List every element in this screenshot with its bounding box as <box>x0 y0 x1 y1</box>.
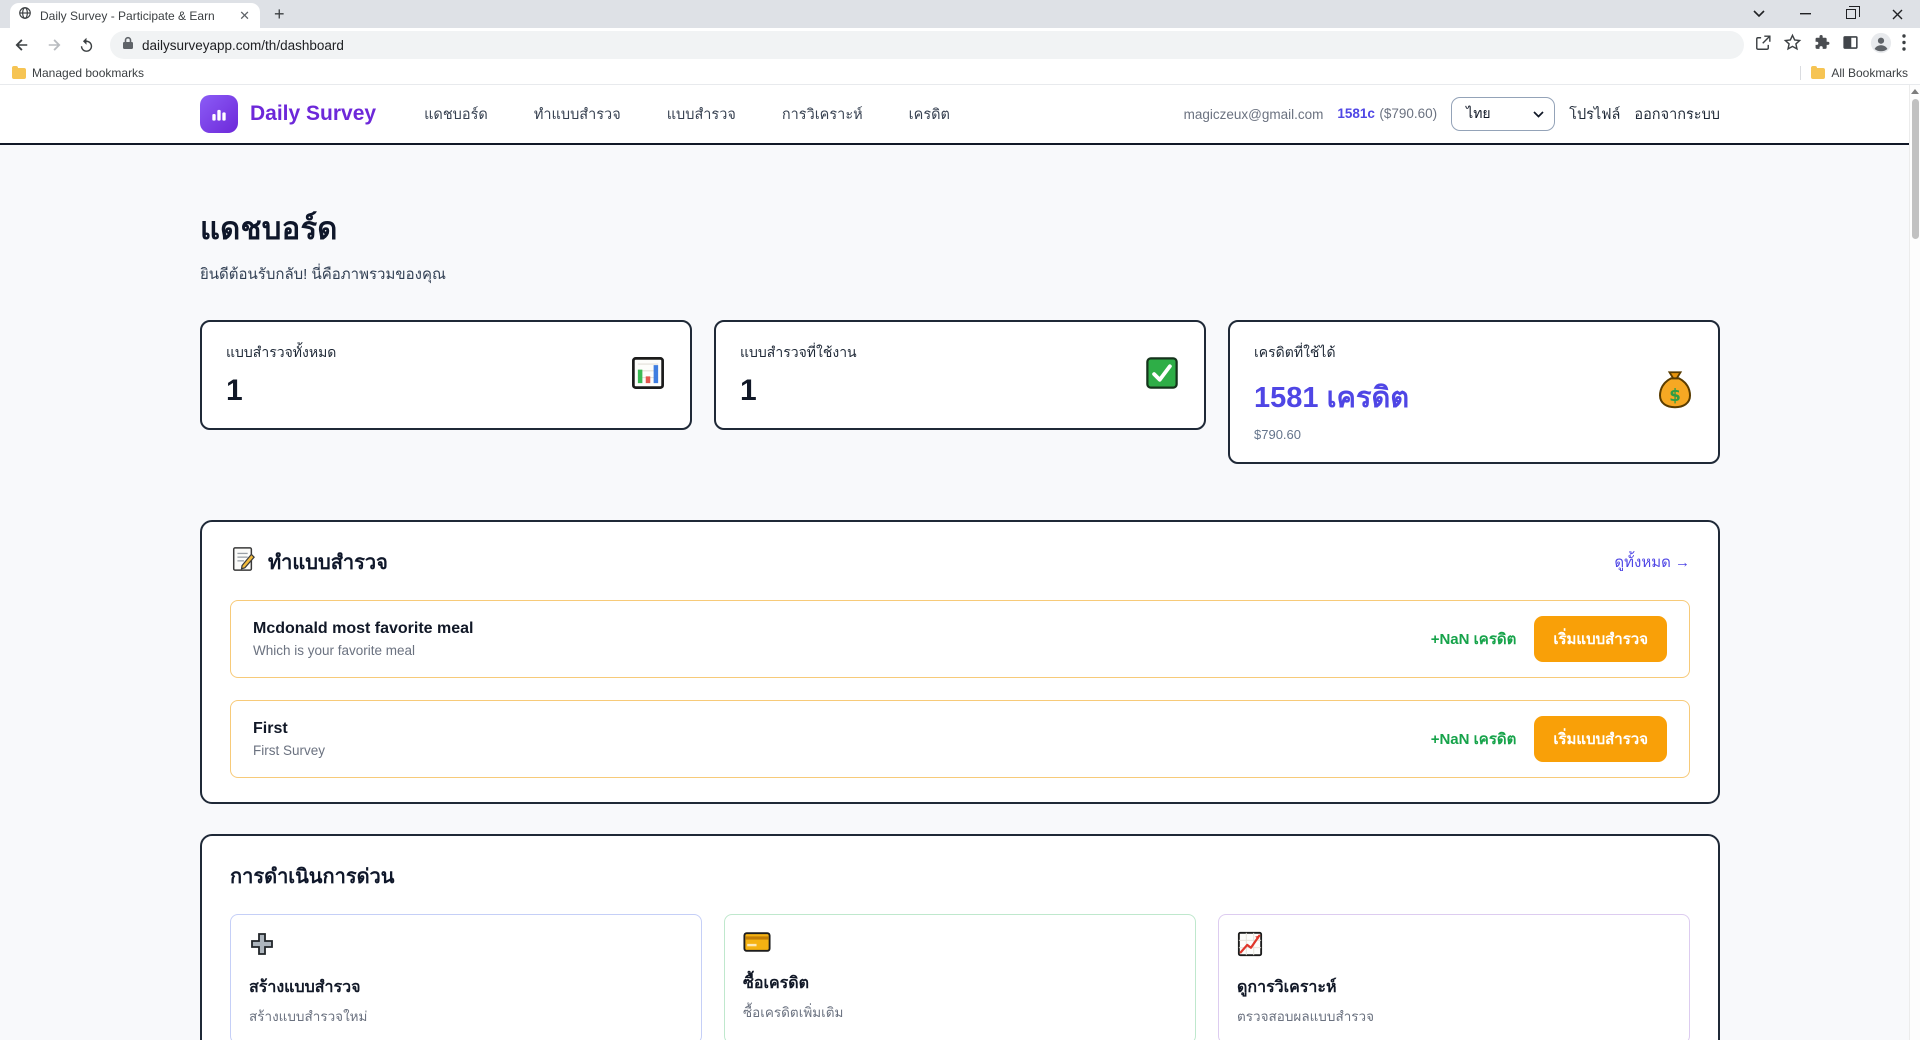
survey-subtitle: First Survey <box>253 743 326 758</box>
url-bar[interactable]: dailysurveyapp.com/th/dashboard <box>110 31 1744 59</box>
folder-icon <box>1811 65 1826 79</box>
survey-row: First First Survey +NaN เครดิต เริ่มแบบส… <box>230 700 1690 778</box>
survey-title: First <box>253 720 288 737</box>
surveys-panel-title: ทำแบบสำรวจ <box>268 552 388 574</box>
quick-action-title: สร้างแบบสำรวจ <box>249 979 361 996</box>
credit-card-icon <box>743 932 771 957</box>
lock-icon <box>122 36 134 55</box>
stats-row: แบบสำรวจทั้งหมด 1 แบบสำรวจที่ใช้งาน 1 เค… <box>200 320 1720 464</box>
survey-subtitle: Which is your favorite meal <box>253 643 416 658</box>
check-mark-icon <box>1144 355 1180 396</box>
quick-action-create-survey[interactable]: สร้างแบบสำรวจ สร้างแบบสำรวจใหม่ <box>230 914 702 1040</box>
browser-tab[interactable]: Daily Survey - Participate & Earn ✕ <box>10 3 260 28</box>
stat-value: 1 <box>740 374 757 407</box>
scrollbar-up-arrow-icon[interactable] <box>1910 85 1920 97</box>
quick-action-view-analytics[interactable]: ดูการวิเคราะห์ ตรวจสอบผลแบบสำรวจ <box>1218 914 1690 1040</box>
credits-usd: ($790.60) <box>1379 106 1438 121</box>
globe-icon <box>18 6 32 25</box>
new-tab-icon[interactable]: + <box>274 4 285 28</box>
memo-icon <box>230 546 256 578</box>
folder-icon <box>12 65 26 79</box>
tab-search-chevron-icon[interactable] <box>1736 0 1782 28</box>
all-bookmarks[interactable]: All Bookmarks <box>1811 65 1908 80</box>
money-bag-icon: $ <box>1656 370 1694 415</box>
credits-summary: 1581c ($790.60) <box>1337 105 1437 123</box>
profile-link[interactable]: โปรไฟล์ <box>1569 103 1620 126</box>
view-all-link[interactable]: ดูทั้งหมด → <box>1614 550 1690 574</box>
dashboard-main: แดชบอร์ด ยินดีต้อนรับกลับ! นี่คือภาพรวมข… <box>200 145 1720 1040</box>
managed-bookmarks[interactable]: Managed bookmarks <box>12 65 145 80</box>
nav-dashboard[interactable]: แดชบอร์ด <box>424 103 488 126</box>
tab-title: Daily Survey - Participate & Earn <box>40 8 215 23</box>
window-minimize-icon[interactable] <box>1782 0 1828 28</box>
extensions-puzzle-icon[interactable] <box>1812 33 1831 57</box>
url-text: dailysurveyapp.com/th/dashboard <box>142 37 344 53</box>
nav-take-surveys[interactable]: ทำแบบสำรวจ <box>534 103 621 126</box>
survey-reward: +NaN เครดิต <box>1430 731 1517 748</box>
quick-action-title: ดูการวิเคราะห์ <box>1237 979 1337 996</box>
nav-surveys[interactable]: แบบสำรวจ <box>667 103 736 126</box>
bookmarks-divider <box>1800 66 1802 80</box>
quick-action-subtitle: สร้างแบบสำรวจใหม่ <box>249 1009 368 1024</box>
app-header: Daily Survey แดชบอร์ด ทำแบบสำรวจ แบบสำรว… <box>0 85 1920 145</box>
survey-row: Mcdonald most favorite meal Which is you… <box>230 600 1690 678</box>
window-restore-icon[interactable] <box>1828 0 1874 28</box>
quick-actions-title: การดำเนินการด่วน <box>230 866 395 888</box>
stat-value: 1 <box>226 374 243 407</box>
start-survey-button[interactable]: เริ่มแบบสำรวจ <box>1534 616 1667 662</box>
survey-reward: +NaN เครดิต <box>1430 631 1517 648</box>
brand[interactable]: Daily Survey <box>200 95 376 133</box>
main-nav: แดชบอร์ด ทำแบบสำรวจ แบบสำรวจ การวิเคราะห… <box>424 103 950 126</box>
reload-icon[interactable] <box>72 31 100 59</box>
svg-text:$: $ <box>1669 386 1681 405</box>
quick-action-buy-credits[interactable]: ซื้อเครดิต ซื้อเครดิตเพิ่มเติม <box>724 914 1196 1040</box>
bookmarks-bar: Managed bookmarks All Bookmarks <box>0 62 1920 85</box>
quick-actions-panel: การดำเนินการด่วน สร้างแบบสำรวจ สร้างแบบส… <box>200 834 1720 1040</box>
kebab-menu-icon[interactable] <box>1902 34 1906 56</box>
profile-avatar[interactable] <box>1870 32 1892 59</box>
survey-title: Mcdonald most favorite meal <box>253 620 474 637</box>
back-icon[interactable] <box>8 31 36 59</box>
stat-value: 1581 เครดิต <box>1254 382 1410 414</box>
bookmark-star-icon[interactable] <box>1783 33 1802 57</box>
nav-credits[interactable]: เครดิต <box>909 103 950 126</box>
stat-usd-value: $790.60 <box>1254 427 1301 442</box>
credits-amount: 1581c <box>1337 106 1375 121</box>
quick-action-subtitle: ซื้อเครดิตเพิ่มเติม <box>743 1005 844 1020</box>
brand-logo-bar-chart-icon <box>200 95 238 133</box>
scrollbar-thumb[interactable] <box>1912 99 1919 239</box>
brand-name: Daily Survey <box>250 102 377 125</box>
stat-card-active-surveys: แบบสำรวจที่ใช้งาน 1 <box>714 320 1206 430</box>
logout-link[interactable]: ออกจากระบบ <box>1634 103 1720 126</box>
page-subtitle: ยินดีต้อนรับกลับ! นี่คือภาพรวมของคุณ <box>200 266 446 283</box>
all-bookmarks-label: All Bookmarks <box>1831 66 1908 80</box>
quick-action-subtitle: ตรวจสอบผลแบบสำรวจ <box>1237 1009 1375 1024</box>
tab-close-icon[interactable]: ✕ <box>237 8 252 24</box>
side-panel-icon[interactable] <box>1841 33 1860 57</box>
share-icon[interactable] <box>1754 33 1773 57</box>
browser-titlebar: Daily Survey - Participate & Earn ✕ + <box>0 0 1920 28</box>
stat-card-total-surveys: แบบสำรวจทั้งหมด 1 <box>200 320 692 430</box>
forward-icon[interactable] <box>40 31 68 59</box>
chevron-down-icon <box>1533 110 1544 118</box>
plus-icon <box>249 933 275 961</box>
page-title: แดชบอร์ด <box>200 211 338 246</box>
bar-chart-icon <box>630 355 666 396</box>
user-email: magiczeux@gmail.com <box>1183 106 1324 122</box>
take-surveys-panel: ทำแบบสำรวจ ดูทั้งหมด → Mcdonald most fav… <box>200 520 1720 804</box>
stat-label: แบบสำรวจที่ใช้งาน <box>740 344 857 360</box>
browser-toolbar: dailysurveyapp.com/th/dashboard <box>0 28 1920 62</box>
quick-action-title: ซื้อเครดิต <box>743 975 810 992</box>
managed-bookmarks-label: Managed bookmarks <box>32 66 145 80</box>
language-selected-value: ไทย <box>1466 105 1491 121</box>
stat-label: แบบสำรวจทั้งหมด <box>226 344 337 360</box>
window-close-icon[interactable] <box>1874 0 1920 28</box>
nav-analytics[interactable]: การวิเคราะห์ <box>782 103 863 126</box>
language-select[interactable]: ไทย <box>1451 97 1556 131</box>
stat-label: เครดิตที่ใช้ได้ <box>1254 344 1336 360</box>
page-scrollbar[interactable] <box>1909 85 1920 1040</box>
start-survey-button[interactable]: เริ่มแบบสำรวจ <box>1534 716 1667 762</box>
stat-card-available-credits: เครดิตที่ใช้ได้ 1581 เครดิต $790.60 $ <box>1228 320 1720 464</box>
chart-increasing-icon <box>1237 931 1263 961</box>
